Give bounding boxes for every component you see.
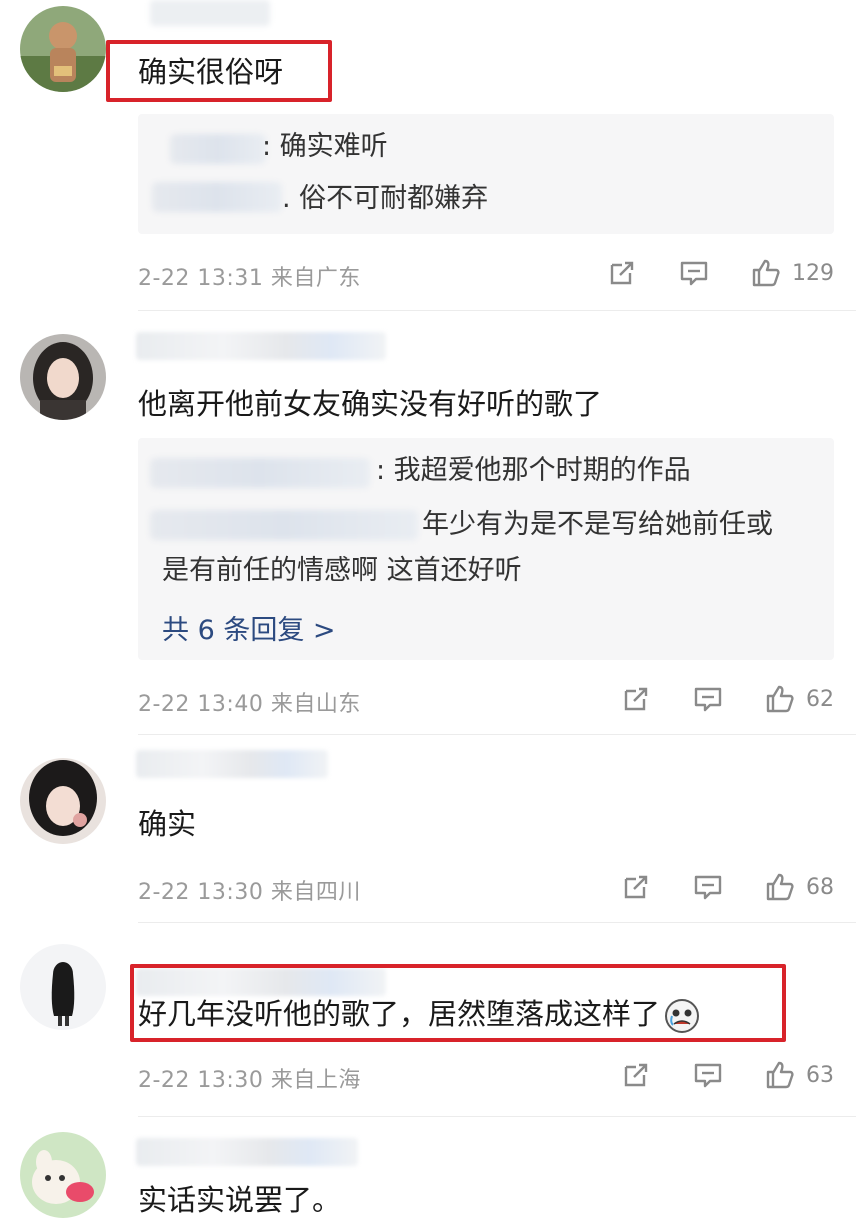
comment-icon bbox=[680, 261, 708, 286]
crying-face-emoji-icon bbox=[665, 999, 700, 1033]
username-blur bbox=[136, 750, 328, 778]
comment-actions: 62 bbox=[580, 682, 834, 716]
divider bbox=[138, 922, 856, 923]
reply-text: : 确实难听 bbox=[262, 131, 388, 162]
divider bbox=[138, 310, 856, 311]
share-icon bbox=[624, 1063, 648, 1087]
more-replies-link[interactable]: 共 6 条回复 > bbox=[162, 608, 336, 647]
comment-actions: 63 bbox=[580, 1058, 834, 1092]
comment-meta: 2-22 13:31 来自广东 bbox=[138, 260, 361, 292]
replies-box: : 我超爱他那个时期的作品 年少有为是不是写给她前任或 是有前任的情感啊 这首还… bbox=[138, 438, 834, 660]
comment-time: 2-22 13:40 bbox=[138, 692, 264, 717]
avatar[interactable] bbox=[20, 944, 106, 1030]
reply-text: . 俗不可耐都嫌弃 bbox=[282, 183, 489, 214]
comment-button[interactable] bbox=[692, 1059, 724, 1091]
like-count: 62 bbox=[806, 686, 834, 712]
comment-icon bbox=[694, 687, 722, 712]
comment-item: 实话实说罢了。 bbox=[0, 1122, 856, 1230]
reply-username-blur bbox=[152, 182, 282, 212]
comment-text: 确实 bbox=[138, 807, 197, 841]
reply-text: 是有前任的情感啊 这首还好听 bbox=[162, 555, 522, 586]
like-count: 63 bbox=[806, 1062, 834, 1088]
username-blur bbox=[136, 332, 386, 360]
comment-item: 他离开他前女友确实没有好听的歌了 : 我超爱他那个时期的作品 年少有为是不是写给… bbox=[0, 320, 856, 730]
comment-text: 好几年没听他的歌了，居然堕落成这样了 bbox=[138, 994, 700, 1034]
comment-location: 来自四川 bbox=[270, 880, 361, 905]
comment-button[interactable] bbox=[678, 257, 710, 289]
comment-icon bbox=[694, 875, 722, 900]
replies-box: : 确实难听 . 俗不可耐都嫌弃 bbox=[138, 114, 834, 234]
share-icon bbox=[624, 687, 648, 711]
share-button[interactable] bbox=[606, 257, 638, 289]
comment-text: 确实很俗呀 bbox=[138, 55, 284, 89]
comment-location: 来自上海 bbox=[270, 1068, 361, 1093]
avatar[interactable] bbox=[20, 758, 106, 844]
reply-text: : 我超爱他那个时期的作品 bbox=[376, 455, 691, 486]
like-count: 129 bbox=[792, 260, 834, 286]
comment-location: 来自山东 bbox=[270, 692, 361, 717]
comment-text: 他离开他前女友确实没有好听的歌了 bbox=[138, 387, 603, 421]
reply-username-blur bbox=[150, 458, 370, 488]
comment-meta: 2-22 13:40 来自山东 bbox=[138, 686, 361, 718]
comment-button[interactable] bbox=[692, 683, 724, 715]
like-count: 68 bbox=[806, 874, 834, 900]
comment-icon bbox=[694, 1063, 722, 1088]
like-button[interactable]: 68 bbox=[764, 871, 834, 903]
share-button[interactable] bbox=[620, 683, 652, 715]
divider bbox=[138, 1116, 856, 1117]
reply-username-blur bbox=[170, 134, 266, 164]
reply-text: 年少有为是不是写给她前任或 bbox=[422, 509, 773, 540]
like-button[interactable]: 129 bbox=[750, 257, 834, 289]
comment-location: 来自广东 bbox=[270, 266, 361, 291]
comment-actions: 129 bbox=[566, 256, 834, 290]
comment-time: 2-22 13:30 bbox=[138, 1068, 264, 1093]
comment-text-content: 好几年没听他的歌了，居然堕落成这样了 bbox=[138, 997, 661, 1031]
share-icon bbox=[610, 261, 634, 285]
avatar[interactable] bbox=[20, 334, 106, 420]
avatar[interactable] bbox=[20, 1132, 106, 1218]
like-button[interactable]: 63 bbox=[764, 1059, 834, 1091]
thumbs-up-icon bbox=[766, 873, 794, 901]
comment-time: 2-22 13:31 bbox=[138, 266, 264, 291]
reply-username-blur bbox=[150, 510, 418, 540]
username-blur bbox=[136, 1138, 358, 1166]
comment-time: 2-22 13:30 bbox=[138, 880, 264, 905]
thumbs-up-icon bbox=[752, 259, 780, 287]
comment-button[interactable] bbox=[692, 871, 724, 903]
comment-item: 好几年没听他的歌了，居然堕落成这样了 2-22 13:30 来自上海 63 bbox=[0, 930, 856, 1110]
share-button[interactable] bbox=[620, 1059, 652, 1091]
divider bbox=[138, 734, 856, 735]
share-icon bbox=[624, 875, 648, 899]
comment-meta: 2-22 13:30 来自上海 bbox=[138, 1062, 361, 1094]
comment-actions: 68 bbox=[580, 870, 834, 904]
comment-text: 实话实说罢了。 bbox=[138, 1183, 342, 1217]
thumbs-up-icon bbox=[766, 1061, 794, 1089]
share-button[interactable] bbox=[620, 871, 652, 903]
comment-item: 确实 2-22 13:30 来自四川 68 bbox=[0, 740, 856, 920]
like-button[interactable]: 62 bbox=[764, 683, 834, 715]
comment-item: 确实很俗呀 : 确实难听 . 俗不可耐都嫌弃 2-22 13:31 来自广东 1… bbox=[0, 0, 856, 310]
thumbs-up-icon bbox=[766, 685, 794, 713]
avatar[interactable] bbox=[20, 6, 106, 92]
comment-meta: 2-22 13:30 来自四川 bbox=[138, 874, 361, 906]
